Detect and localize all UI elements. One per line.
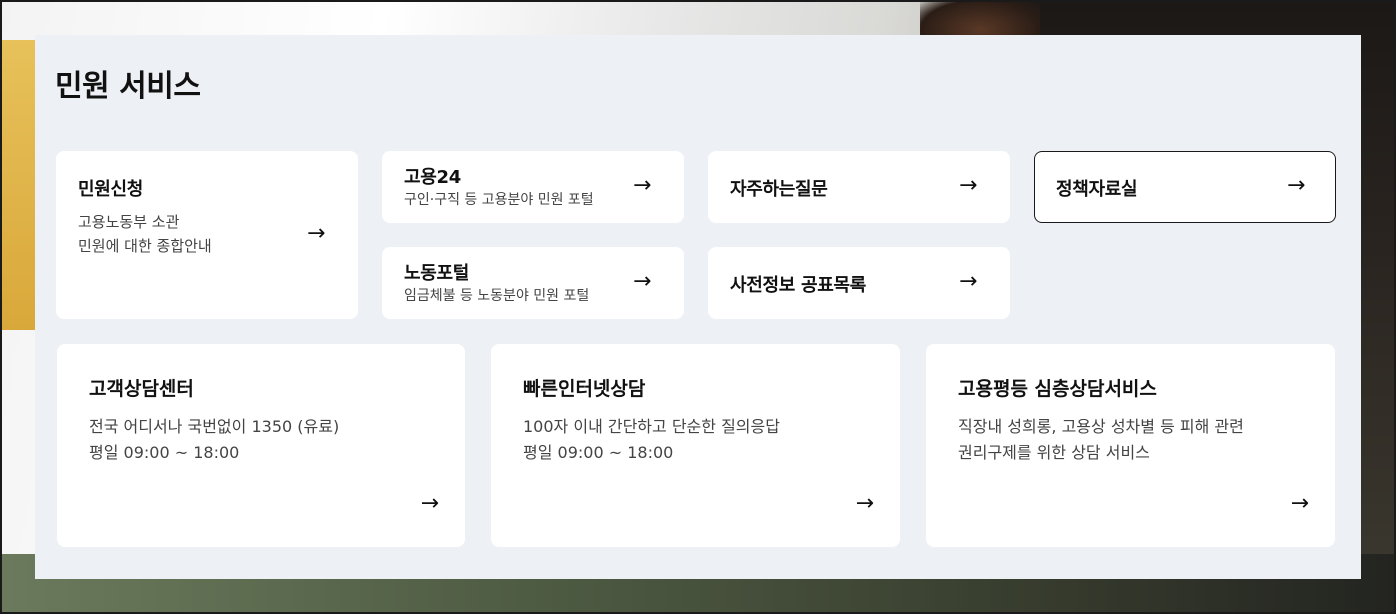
card-desc: 직장내 성희롱, 고용상 성차별 등 피해 관련 권리구제를 위한 상담 서비스: [958, 414, 1244, 466]
arrow-right-icon: →: [633, 269, 652, 294]
card-desc-line1: 직장내 성희롱, 고용상 성차별 등 피해 관련: [958, 417, 1244, 436]
card-desc: 임금체불 등 노동분야 민원 포털: [404, 288, 590, 304]
card-title: 고객상담센터: [89, 378, 194, 400]
card-desc: 구인·구직 등 고용분야 민원 포털: [404, 192, 594, 208]
faq-card[interactable]: 자주하는질문 →: [708, 151, 1010, 223]
prior-disclosure-card[interactable]: 사전정보 공표목록 →: [708, 247, 1010, 319]
customer-center-card[interactable]: 고객상담센터 전국 어디서나 국번없이 1350 (유료) 평일 09:00 ~…: [57, 344, 465, 547]
employment24-card[interactable]: 고용24 구인·구직 등 고용분야 민원 포털 →: [382, 151, 684, 223]
card-desc-line2: 평일 09:00 ~ 18:00: [89, 443, 240, 462]
arrow-right-icon: →: [633, 173, 652, 198]
background-sleeve: [0, 40, 40, 330]
policy-library-card[interactable]: 정책자료실 →: [1034, 151, 1336, 223]
arrow-right-icon: →: [959, 173, 978, 198]
card-title: 정책자료실: [1056, 179, 1138, 200]
card-title: 고용평등 심층상담서비스: [958, 378, 1157, 400]
card-desc-line1: 고용노동부 소관: [78, 213, 180, 231]
labor-portal-card[interactable]: 노동포털 임금체불 등 노동분야 민원 포털 →: [382, 247, 684, 319]
arrow-right-icon: →: [1290, 491, 1309, 516]
arrow-right-icon: →: [420, 491, 439, 516]
card-desc-line1: 전국 어디서나 국번없이 1350 (유료): [89, 417, 340, 436]
card-desc-line2: 민원에 대한 종합안내: [78, 237, 212, 255]
card-title: 민원신청: [78, 179, 144, 200]
arrow-right-icon: →: [959, 269, 978, 294]
arrow-right-icon: →: [855, 491, 874, 516]
quick-online-card[interactable]: 빠른인터넷상담 100자 이내 간단하고 단순한 질의응답 평일 09:00 ~…: [491, 344, 900, 547]
arrow-right-icon: →: [307, 221, 326, 246]
card-title: 노동포털: [404, 263, 470, 284]
card-desc: 전국 어디서나 국번없이 1350 (유료) 평일 09:00 ~ 18:00: [89, 414, 339, 466]
card-title: 사전정보 공표목록: [730, 275, 867, 296]
card-desc-line1: 100자 이내 간단하고 단순한 질의응답: [523, 417, 780, 436]
arrow-right-icon: →: [1287, 173, 1306, 198]
card-desc-line2: 권리구제를 위한 상담 서비스: [958, 443, 1150, 462]
card-desc-line2: 평일 09:00 ~ 18:00: [523, 443, 674, 462]
card-title: 고용24: [404, 167, 461, 188]
civil-request-card[interactable]: 민원신청 고용노동부 소관 민원에 대한 종합안내 →: [56, 151, 358, 319]
card-title: 빠른인터넷상담: [523, 378, 646, 400]
card-desc: 100자 이내 간단하고 단순한 질의응답 평일 09:00 ~ 18:00: [523, 414, 780, 466]
civil-service-panel: 민원 서비스 민원신청 고용노동부 소관 민원에 대한 종합안내 → 고용24 …: [35, 35, 1361, 579]
equality-card[interactable]: 고용평등 심층상담서비스 직장내 성희롱, 고용상 성차별 등 피해 관련 권리…: [926, 344, 1335, 547]
section-title: 민원 서비스: [55, 69, 201, 104]
card-title: 자주하는질문: [730, 179, 828, 200]
